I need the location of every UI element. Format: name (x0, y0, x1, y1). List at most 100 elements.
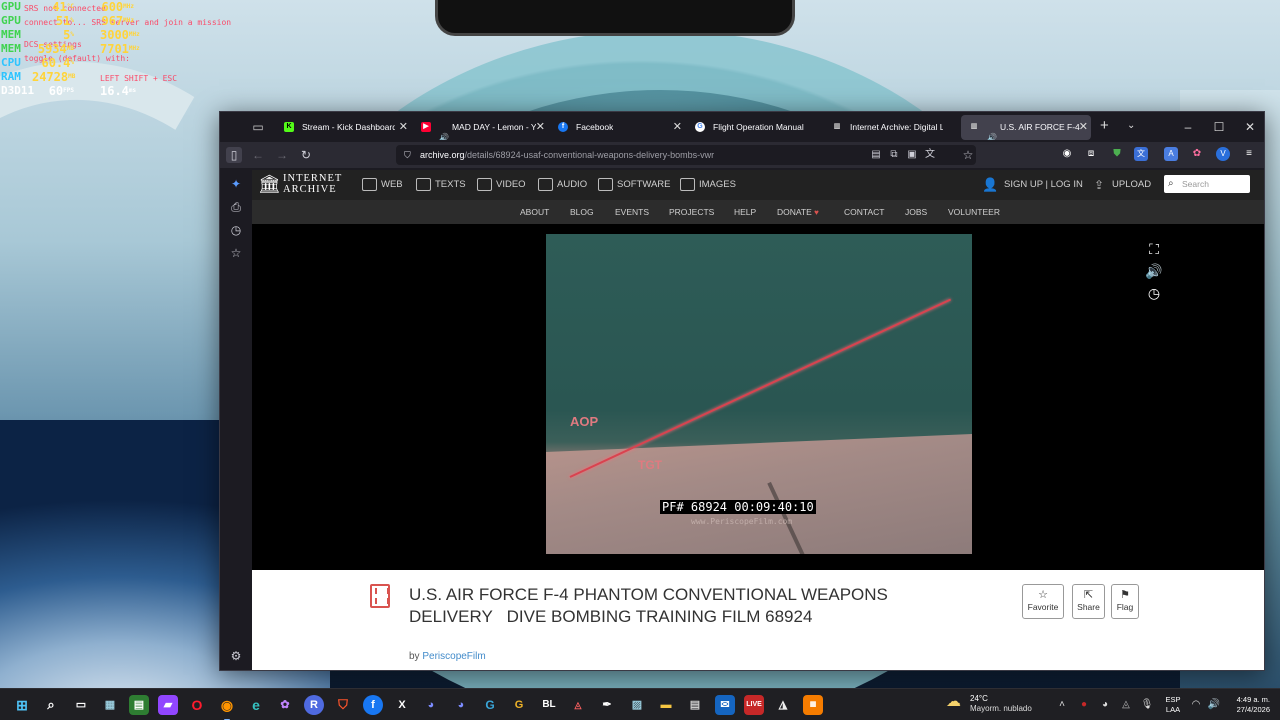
author-link[interactable]: PeriscopeFilm (422, 651, 485, 662)
clock-icon[interactable]: ◷ (1145, 284, 1163, 302)
tab-facebook[interactable]: f Facebook ✕ (550, 115, 685, 140)
close-icon[interactable]: ✕ (399, 115, 408, 140)
r-app-icon[interactable]: R (304, 695, 324, 715)
firefox-icon[interactable]: ◉ (217, 695, 237, 720)
video-frame[interactable]: AOP TGT PF# 68924 00:09:40:10 www.Perisc… (546, 234, 972, 554)
feather-icon[interactable]: ✒ (597, 695, 617, 715)
translate-icon[interactable]: 文 (922, 147, 938, 163)
media-texts-link[interactable]: TEXTS (416, 177, 466, 193)
account-icon[interactable]: ◉ (1060, 147, 1074, 161)
back-icon[interactable]: ← (250, 147, 266, 163)
archive-logo-icon[interactable]: 🏛 (258, 174, 281, 194)
bookmark-star-icon[interactable]: ☆ (960, 147, 976, 163)
media-software-link[interactable]: SOFTWARE (598, 177, 670, 193)
live-app-icon[interactable]: LIVE (744, 695, 764, 715)
twitch-icon[interactable]: ▰ (158, 695, 178, 715)
projects-link[interactable]: PROJECTS (669, 200, 714, 224)
extensions-icon[interactable]: ⧈ (1084, 147, 1098, 161)
g-hub-icon[interactable]: G (509, 695, 529, 715)
vpn-icon[interactable]: V (1216, 147, 1230, 161)
help-link[interactable]: HELP (734, 200, 756, 224)
x-icon[interactable]: X (392, 695, 412, 715)
close-icon[interactable]: ✕ (536, 115, 545, 140)
discord-alt-icon[interactable]: ◕ (451, 695, 471, 715)
screenshot-icon[interactable]: ⧉ (886, 147, 902, 163)
speaker-icon[interactable]: 🔊 (439, 125, 449, 140)
close-icon[interactable]: ✕ (1079, 115, 1088, 140)
share-button[interactable]: ⇱ Share (1072, 584, 1105, 619)
file-manager-icon[interactable]: ▦ (100, 695, 120, 715)
volume-icon[interactable]: 🔊 (1206, 697, 1222, 713)
volume-icon[interactable]: 🔊 (1145, 262, 1163, 280)
pocket-icon[interactable]: ⎙ (228, 199, 244, 215)
ia-logo-text[interactable]: INTERNET ARCHIVE (283, 173, 342, 195)
tab-internet-archive[interactable]: ▥ Internet Archive: Digital Libr (824, 115, 959, 140)
events-link[interactable]: EVENTS (615, 200, 649, 224)
bl-app-icon[interactable]: BL (539, 695, 559, 715)
weather-widget[interactable]: ☁ 24°C Mayorm. nublado (946, 694, 1046, 716)
flag-button[interactable]: ⚑ Flag (1111, 584, 1139, 619)
media-web-link[interactable]: WEB (362, 177, 403, 193)
donate-link[interactable]: DONATE ♥ (777, 200, 819, 225)
search-icon[interactable]: ⌕ (41, 695, 61, 715)
opera-icon[interactable]: O (187, 695, 207, 715)
speaker-icon[interactable]: 🔊 (987, 125, 997, 140)
blog-link[interactable]: BLOG (570, 200, 594, 224)
wifi-icon[interactable]: ◠ (1188, 697, 1204, 713)
tray-app-icon[interactable]: ◬ (1118, 697, 1134, 713)
close-icon[interactable]: ✕ (673, 115, 682, 140)
minimize-button[interactable]: – (1174, 117, 1202, 137)
copilot-icon[interactable]: ✿ (275, 695, 295, 715)
windows-start-icon[interactable]: ⊞ (12, 695, 32, 715)
sidebar-toggle-icon[interactable]: ▯ (226, 147, 242, 163)
edge-icon[interactable]: e (246, 695, 266, 715)
menu-icon[interactable]: ≡ (1242, 147, 1256, 161)
contact-link[interactable]: CONTACT (844, 200, 884, 224)
shield-extension-icon[interactable]: ⛊ (1110, 147, 1124, 161)
tray-app-icon[interactable]: ● (1076, 697, 1092, 713)
outlook-icon[interactable]: ✉ (715, 695, 735, 715)
capture-app-icon[interactable]: ◮ (773, 695, 793, 715)
discord-icon[interactable]: ◕ (421, 695, 441, 715)
tray-overflow-icon[interactable]: ˄ (1054, 697, 1070, 713)
history-icon[interactable]: ◷ (228, 222, 244, 238)
sign-up-login-link[interactable]: 👤 SIGN UP | LOG IN (982, 177, 1083, 193)
new-tab-button[interactable]: + (1100, 118, 1109, 134)
document-icon[interactable]: ▤ (685, 695, 705, 715)
color-picker-icon[interactable]: ✿ (1190, 147, 1204, 161)
brave-icon[interactable]: ⛉ (333, 695, 353, 715)
media-video-link[interactable]: VIDEO (477, 177, 526, 193)
maximize-button[interactable]: ☐ (1205, 117, 1233, 137)
fullscreen-icon[interactable]: ⛶ (1145, 240, 1163, 258)
tab-youtube[interactable]: ▶ 🔊MAD DAY - Lemon - Yo ✕ (413, 115, 548, 140)
sheets-icon[interactable]: ▤ (129, 695, 149, 715)
settings-gear-icon[interactable]: ⚙ (228, 648, 244, 664)
chevron-down-icon[interactable]: ⌄ (1127, 118, 1135, 134)
video-player[interactable]: AOP TGT PF# 68924 00:09:40:10 www.Perisc… (252, 224, 1264, 570)
jobs-link[interactable]: JOBS (905, 200, 927, 224)
image-viewer-icon[interactable]: ▨ (627, 695, 647, 715)
task-view-icon[interactable]: ▭ (71, 695, 91, 715)
media-images-link[interactable]: IMAGES (680, 177, 736, 193)
reload-icon[interactable]: ↻ (298, 147, 314, 163)
dcs-app-icon[interactable]: ◬ (568, 695, 588, 715)
favorite-button[interactable]: ☆ Favorite (1022, 584, 1064, 619)
upload-link[interactable]: ⇪ UPLOAD (1094, 177, 1151, 193)
picture-in-picture-icon[interactable]: ▣ (904, 147, 920, 163)
tab-flight-manual[interactable]: G Flight Operation Manual F- (687, 115, 822, 140)
bookmarks-icon[interactable]: ☆ (228, 245, 244, 261)
discord-tray-icon[interactable]: ◕ (1097, 697, 1113, 713)
language-indicator[interactable]: ESP LAA (1164, 695, 1182, 715)
media-audio-link[interactable]: AUDIO (538, 177, 587, 193)
shield-icon[interactable]: ⛉ (404, 145, 411, 165)
folder-icon[interactable]: ▬ (656, 695, 676, 715)
about-link[interactable]: ABOUT (520, 200, 549, 224)
translator-icon[interactable]: A (1164, 147, 1178, 161)
volunteer-link[interactable]: VOLUNTEER (948, 200, 1000, 224)
translate-extension-icon[interactable]: 文 (1134, 147, 1148, 161)
tab-kick-dashboard[interactable]: K Stream - Kick Dashboard ✕ (276, 115, 411, 140)
close-window-button[interactable]: ✕ (1236, 117, 1264, 137)
g-app-icon[interactable]: G (480, 695, 500, 715)
game-app-icon[interactable]: ▦ (803, 695, 823, 715)
facebook-icon[interactable]: f (363, 695, 383, 715)
